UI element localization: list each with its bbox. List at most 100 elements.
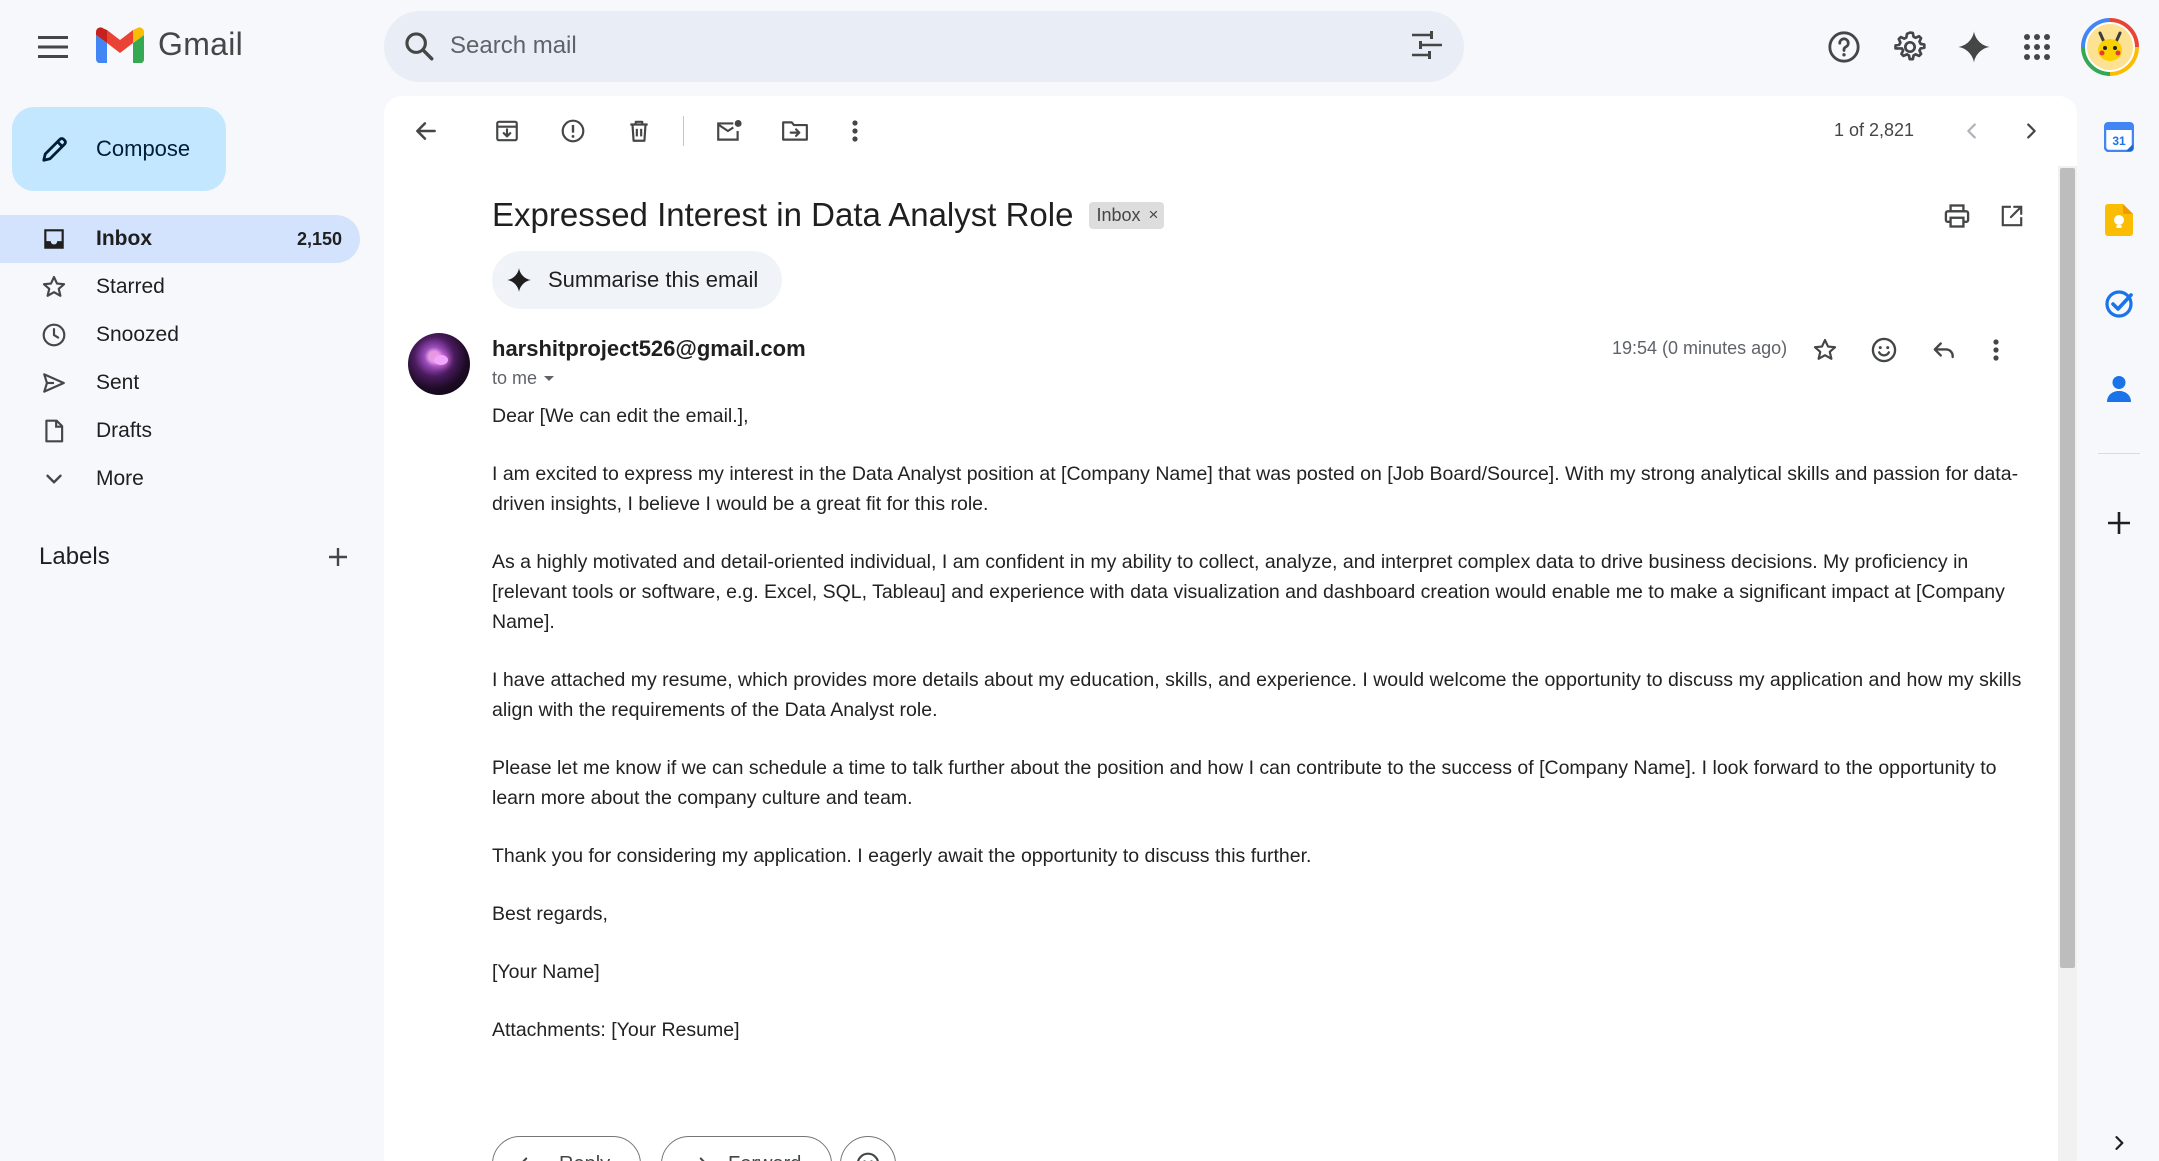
- body-paragraph: As a highly motivated and detail-oriente…: [492, 551, 2005, 633]
- draft-icon: [40, 417, 68, 445]
- open-in-new-window-icon[interactable]: [1994, 198, 2030, 234]
- summarise-label: Summarise this email: [548, 267, 759, 292]
- rail-divider: [2098, 453, 2140, 454]
- search-bar[interactable]: [384, 11, 1464, 82]
- delete-trash-icon[interactable]: [619, 111, 659, 151]
- body-paragraph: I have attached my resume, which provide…: [492, 669, 2022, 721]
- mark-unread-icon[interactable]: [709, 111, 749, 151]
- sidebar-item-sent[interactable]: Sent: [0, 359, 360, 407]
- gmail-m-icon: [96, 26, 144, 63]
- search-input[interactable]: [450, 25, 1350, 67]
- email-body: Dear [We can edit the email.], I am exci…: [492, 401, 2022, 1073]
- chevron-left-icon[interactable]: [1952, 111, 1992, 151]
- toolbar-divider: [683, 116, 684, 146]
- settings-gear-icon[interactable]: [1890, 27, 1930, 67]
- reply-icon: [517, 1153, 541, 1161]
- sidebar-item-label: Snoozed: [96, 323, 179, 346]
- sidebar-item-label: Sent: [96, 371, 140, 394]
- add-addon-icon[interactable]: [2101, 505, 2137, 541]
- message-view: 1 of 2,821 Expressed Interest in Data An…: [384, 96, 2077, 1161]
- gemini-sparkle-icon[interactable]: [1954, 27, 1994, 67]
- email-subject: Expressed Interest in Data Analyst Role: [492, 196, 1074, 233]
- body-paragraph: Best regards,: [492, 903, 608, 925]
- account-avatar-icon: [2093, 30, 2127, 64]
- unread-count: 2,150: [296, 228, 342, 249]
- expand-side-panel-icon[interactable]: [2101, 1125, 2137, 1161]
- sidebar-item-label: Drafts: [96, 419, 153, 442]
- sidebar-item-label: Inbox: [96, 227, 152, 250]
- emoji-reaction-button[interactable]: [840, 1136, 896, 1161]
- sidebar-item-starred[interactable]: Starred: [0, 263, 360, 311]
- chip-label: Inbox: [1096, 204, 1141, 225]
- chevron-down-icon: [40, 465, 68, 493]
- back-arrow-icon[interactable]: [406, 111, 446, 151]
- sender-email[interactable]: harshitproject526@gmail.com: [492, 336, 806, 362]
- sidebar-item-snoozed[interactable]: Snoozed: [0, 311, 360, 359]
- sidebar-nav: Inbox 2,150 Starred Snoozed Sent Drafts …: [0, 215, 360, 503]
- reply-button[interactable]: Reply: [492, 1136, 642, 1161]
- top-bar: Gmail: [0, 0, 2159, 94]
- compose-button[interactable]: Compose: [12, 107, 226, 191]
- gmail-logo[interactable]: Gmail: [96, 26, 243, 63]
- email-subject-row: Expressed Interest in Data Analyst Role …: [492, 196, 1165, 234]
- search-options-icon[interactable]: [1412, 31, 1442, 59]
- body-paragraph: I am excited to express my interest in t…: [492, 463, 2019, 515]
- account-avatar[interactable]: [2081, 18, 2139, 76]
- chevron-right-icon[interactable]: [2011, 111, 2051, 151]
- forward-button[interactable]: Forward: [661, 1136, 833, 1161]
- sidebar-item-more[interactable]: More: [0, 455, 360, 503]
- remove-label-icon[interactable]: ×: [1149, 205, 1159, 225]
- add-label-icon[interactable]: [327, 546, 349, 568]
- more-vertical-icon[interactable]: [1976, 330, 2016, 370]
- body-paragraph: Attachments: [Your Resume]: [492, 1019, 740, 1041]
- body-paragraph: [Your Name]: [492, 961, 600, 983]
- search-icon[interactable]: [402, 29, 436, 63]
- reply-label: Reply: [559, 1153, 610, 1161]
- star-icon: [40, 273, 68, 301]
- sender-avatar[interactable]: [408, 333, 470, 395]
- compose-label: Compose: [96, 136, 191, 161]
- report-spam-icon[interactable]: [553, 111, 593, 151]
- google-contacts-icon[interactable]: [2101, 371, 2137, 407]
- body-paragraph: Dear [We can edit the email.],: [492, 405, 749, 427]
- emoji-react-icon[interactable]: [1864, 330, 1904, 370]
- inbox-label-chip[interactable]: Inbox ×: [1089, 201, 1165, 229]
- sidebar-item-label: Starred: [96, 275, 165, 298]
- recipient-details-toggle[interactable]: to me: [492, 368, 555, 389]
- labels-heading: Labels: [39, 543, 110, 570]
- caret-down-icon: [543, 375, 555, 383]
- google-apps-icon[interactable]: [2017, 27, 2057, 67]
- reply-icon[interactable]: [1924, 330, 1964, 370]
- sidebar-item-drafts[interactable]: Drafts: [0, 407, 360, 455]
- recipient-text: to me: [492, 368, 538, 388]
- move-to-folder-icon[interactable]: [775, 111, 815, 151]
- google-calendar-icon[interactable]: 31: [2101, 119, 2137, 155]
- inbox-icon: [40, 225, 68, 253]
- message-toolbar: 1 of 2,821: [384, 96, 2077, 166]
- send-icon: [40, 369, 68, 397]
- email-timestamp: 19:54 (0 minutes ago): [1612, 338, 1788, 358]
- more-vertical-icon[interactable]: [835, 111, 875, 151]
- pencil-icon: [40, 134, 70, 164]
- forward-label: Forward: [728, 1153, 801, 1161]
- help-icon[interactable]: [1824, 27, 1864, 67]
- google-keep-icon[interactable]: [2101, 202, 2137, 238]
- clock-icon: [40, 321, 68, 349]
- print-icon[interactable]: [1939, 198, 1975, 234]
- main-menu-icon[interactable]: [33, 27, 73, 67]
- gmail-wordmark: Gmail: [158, 26, 244, 62]
- svg-text:31: 31: [2112, 134, 2126, 148]
- body-paragraph: Thank you for considering my application…: [492, 845, 1312, 867]
- gemini-sparkle-icon: [506, 267, 532, 293]
- google-tasks-icon[interactable]: [2101, 286, 2137, 322]
- labels-section: Labels: [39, 543, 349, 571]
- summarise-email-button[interactable]: Summarise this email: [492, 251, 783, 309]
- star-icon[interactable]: [1805, 330, 1845, 370]
- pagination-count: 1 of 2,821: [1834, 120, 1915, 140]
- forward-icon: [686, 1153, 710, 1161]
- sidebar-item-inbox[interactable]: Inbox 2,150: [0, 215, 360, 263]
- emoji-icon: [855, 1151, 881, 1161]
- archive-icon[interactable]: [487, 111, 527, 151]
- scrollbar-thumb[interactable]: [2060, 168, 2075, 968]
- body-paragraph: Please let me know if we can schedule a …: [492, 757, 1997, 809]
